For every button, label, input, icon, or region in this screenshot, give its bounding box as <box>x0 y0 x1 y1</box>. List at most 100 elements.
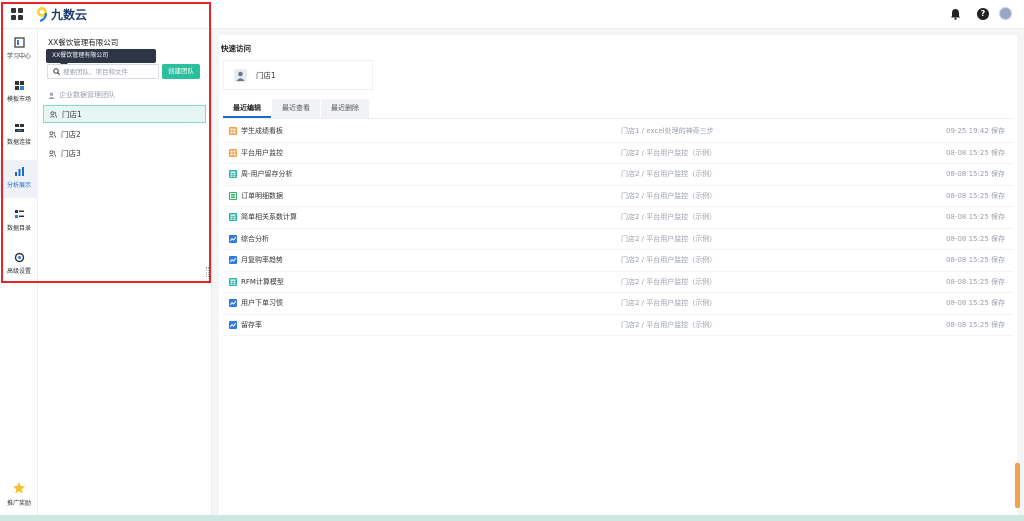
team-label: 门店3 <box>61 148 81 158</box>
nav-item-template[interactable]: 模板市场 <box>0 74 38 112</box>
file-name[interactable]: 月复购率趋势 <box>241 255 283 265</box>
table-icon <box>229 213 237 221</box>
search-box[interactable] <box>47 64 159 79</box>
file-row[interactable]: 学生成绩看板 门店1 / excel处理的神奇三步 09-25 19:42 保存 <box>223 121 1013 143</box>
team-panel: XX餐饮管理有限公司 XX餐饮管理有限公司 创建团队 企业数据管理团队 门店1 … <box>38 29 212 515</box>
file-path: 门店2 / 平台用户监控（示例） <box>621 256 717 264</box>
bottom-strip <box>0 515 1024 521</box>
file-path: 门店2 / 平台用户监控（示例） <box>621 277 717 286</box>
quick-access-card-label: 门店1 <box>256 70 276 80</box>
nav-item-data-catalog[interactable]: 数据目录 <box>0 203 38 241</box>
team-tree-header[interactable]: 企业数据管理团队 <box>48 90 115 100</box>
file-name[interactable]: 平台用户监控 <box>241 148 283 158</box>
nav-item-data-connect[interactable]: 数据连接 <box>0 117 38 155</box>
file-saved-time: 08-08 15:25 保存 <box>946 299 1005 307</box>
user-avatar[interactable] <box>999 7 1012 20</box>
help-icon[interactable]: ? <box>977 8 989 20</box>
file-path: 门店2 / 平台用户监控（示例） <box>621 234 717 243</box>
tab-recent-view[interactable]: 最近查看 <box>272 99 320 118</box>
file-row[interactable]: 简单相关系数计算 门店2 / 平台用户监控（示例） 08-08 15:25 保存 <box>223 207 1013 229</box>
file-name[interactable]: 学生成绩看板 <box>241 126 283 136</box>
file-path: 门店2 / 平台用户监控（示例） <box>621 213 717 221</box>
file-saved-time: 08-08 15:25 保存 <box>946 277 1005 286</box>
company-name[interactable]: XX餐饮管理有限公司 <box>48 37 118 48</box>
file-row[interactable]: 留存率 门店2 / 平台用户监控（示例） 08-08 15:25 保存 <box>223 315 1013 336</box>
team-item[interactable]: 门店3 <box>43 144 206 162</box>
file-name[interactable]: 周-用户留存分析 <box>241 169 293 179</box>
quick-access-title: 快速访问 <box>221 44 251 53</box>
team-avatar-icon <box>234 68 247 82</box>
logo-mark-icon <box>37 7 48 22</box>
apps-icon[interactable] <box>11 8 23 20</box>
nav-item-label: 数据连接 <box>6 139 31 146</box>
team-label: 门店2 <box>61 129 81 139</box>
analysis-icon <box>14 167 24 176</box>
file-row[interactable]: 综合分析 门店2 / 平台用户监控（示例） 08-08 15:25 保存 <box>223 229 1013 250</box>
team-icon <box>49 149 56 157</box>
file-name[interactable]: 简单相关系数计算 <box>241 212 297 222</box>
nav-item-label: 分析展示 <box>6 182 31 189</box>
file-path: 门店2 / 平台用户监控（示例） <box>621 191 717 200</box>
dashboard-icon <box>229 148 237 157</box>
nav-item-label: 学习中心 <box>6 53 31 60</box>
promo-reward[interactable]: 推广奖励 <box>0 481 38 507</box>
team-tree-header-label: 企业数据管理团队 <box>59 91 115 99</box>
quick-access-card[interactable]: 门店1 <box>223 60 373 90</box>
learning-icon <box>13 37 25 48</box>
nav-item-label: 高级设置 <box>6 268 31 275</box>
logo-text: 九数云 <box>51 7 88 22</box>
search-input[interactable] <box>63 66 157 78</box>
chart-icon <box>229 234 237 243</box>
nav-item-settings[interactable]: 高级设置 <box>0 246 38 284</box>
team-icon <box>50 110 57 118</box>
chart-icon <box>229 256 237 264</box>
left-nav: 学习中心 模板市场 数据连接 分析展示 数据目录 高级设置 推广奖励 <box>0 29 38 515</box>
file-name[interactable]: 订单明细数据 <box>241 191 283 201</box>
settings-icon <box>14 252 24 263</box>
file-name[interactable]: 综合分析 <box>241 234 269 244</box>
create-team-button[interactable]: 创建团队 <box>162 64 200 79</box>
nav-item-label: 模板市场 <box>6 96 31 103</box>
team-group-icon <box>48 92 55 99</box>
file-name[interactable]: 用户下单习惯 <box>241 298 283 308</box>
dashboard-icon <box>229 127 237 135</box>
nav-item-analysis[interactable]: 分析展示 <box>0 160 38 198</box>
file-row[interactable]: 月复购率趋势 门店2 / 平台用户监控（示例） 08-08 15:25 保存 <box>223 250 1013 272</box>
team-item[interactable]: 门店1 <box>43 105 206 123</box>
file-saved-time: 08-08 15:25 保存 <box>946 213 1005 221</box>
template-icon <box>14 81 24 90</box>
file-name[interactable]: 留存率 <box>241 320 262 330</box>
star-icon <box>13 482 25 494</box>
file-path: 门店2 / 平台用户监控（示例） <box>621 320 717 329</box>
file-path: 门店2 / 平台用户监控（示例） <box>621 299 717 307</box>
nav-item-learning[interactable]: 学习中心 <box>0 31 38 69</box>
file-saved-time: 08-08 15:25 保存 <box>946 320 1005 329</box>
sheet-icon <box>229 191 237 200</box>
tab-recent-delete[interactable]: 最近删除 <box>321 99 369 118</box>
bell-icon[interactable] <box>950 8 961 20</box>
table-icon <box>229 277 237 286</box>
team-icon <box>49 130 56 138</box>
file-name[interactable]: RFM计算模型 <box>241 277 284 287</box>
file-row[interactable]: 订单明细数据 门店2 / 平台用户监控（示例） 08-08 15:25 保存 <box>223 186 1013 207</box>
panel-resize-handle[interactable] <box>206 267 209 277</box>
chart-icon <box>229 320 237 329</box>
top-bar: 九数云 ? <box>0 0 1024 29</box>
file-saved-time: 08-08 15:25 保存 <box>946 256 1005 264</box>
data-connect-icon <box>14 124 24 132</box>
data-catalog-icon <box>14 210 24 218</box>
file-row[interactable]: RFM计算模型 门店2 / 平台用户监控（示例） 08-08 15:25 保存 <box>223 272 1013 293</box>
promo-label: 推广奖励 <box>6 500 31 507</box>
company-tooltip: XX餐饮管理有限公司 <box>46 49 156 67</box>
file-row[interactable]: 用户下单习惯 门店2 / 平台用户监控（示例） 08-08 15:25 保存 <box>223 293 1013 315</box>
logo[interactable]: 九数云 <box>36 5 87 23</box>
file-saved-time: 08-08 15:25 保存 <box>946 234 1005 243</box>
search-icon <box>53 68 60 75</box>
scrollbar-thumb[interactable] <box>1015 463 1020 508</box>
file-row[interactable]: 平台用户监控 门店2 / 平台用户监控（示例） 08-08 15:25 保存 <box>223 143 1013 164</box>
recent-tabs: 最近编辑 最近查看 最近删除 <box>223 99 370 118</box>
file-saved-time: 08-08 15:25 保存 <box>946 170 1005 178</box>
tab-recent-edit[interactable]: 最近编辑 <box>223 99 271 118</box>
team-item[interactable]: 门店2 <box>43 125 206 143</box>
file-row[interactable]: 周-用户留存分析 门店2 / 平台用户监控（示例） 08-08 15:25 保存 <box>223 164 1013 186</box>
